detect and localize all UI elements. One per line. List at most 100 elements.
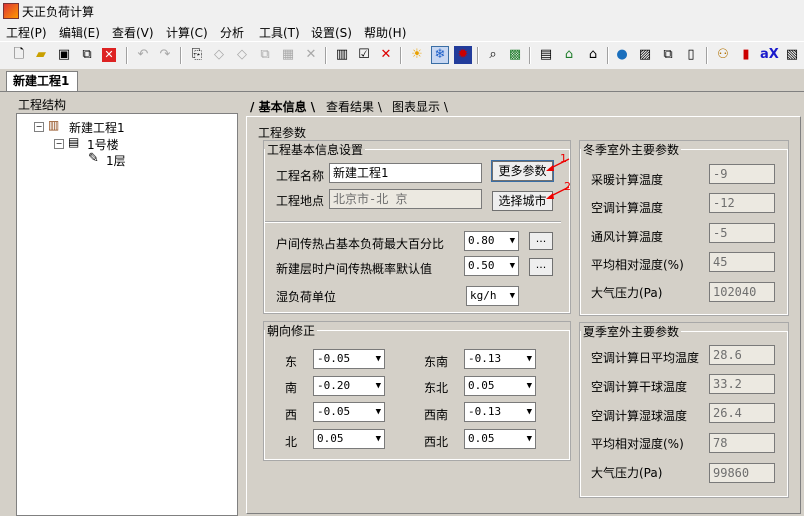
open-folder-icon[interactable]: ▰ xyxy=(32,46,50,64)
menu-tools[interactable]: 工具(T) xyxy=(259,24,300,41)
heat-pct-value: 0.80 xyxy=(468,234,495,247)
snow-icon[interactable]: ❄ xyxy=(431,46,449,64)
orientation-title: 朝向修正 xyxy=(267,324,316,338)
chevron-down-icon: ▼ xyxy=(526,354,532,364)
orient-west-label: 西 xyxy=(285,408,298,422)
orient-southeast-select[interactable]: -0.13 ▼ xyxy=(464,349,536,369)
summer-pressure-input[interactable]: 99860 xyxy=(709,463,775,483)
winter-vent-temp-input[interactable]: -5 xyxy=(709,223,775,243)
library-icon[interactable]: ▥ xyxy=(333,46,351,64)
calculator-icon[interactable]: ▯ xyxy=(682,46,700,64)
project-node-icon: ▥ xyxy=(48,118,60,132)
delete-icon[interactable]: ✕ xyxy=(302,46,320,64)
winter-heating-temp-input[interactable]: -9 xyxy=(709,164,775,184)
menu-analysis[interactable]: 分析 xyxy=(220,24,244,41)
summer-wet-bulb-label: 空调计算湿球温度 xyxy=(591,409,688,423)
menu-view[interactable]: 查看(V) xyxy=(112,24,154,41)
winter-vent-temp-label: 通风计算温度 xyxy=(591,230,664,244)
sun-icon[interactable]: ☀ xyxy=(408,46,426,64)
prob-select[interactable]: 0.50 ▼ xyxy=(464,256,519,276)
params-title: 工程参数 xyxy=(258,126,307,140)
annotation-arrow-1 xyxy=(546,158,570,171)
orient-west-select[interactable]: -0.05 ▼ xyxy=(313,402,385,422)
winter-ac-temp-input[interactable]: -12 xyxy=(709,193,775,213)
annotation-arrow-2 xyxy=(546,186,570,199)
menu-calculate[interactable]: 计算(C) xyxy=(166,24,208,41)
users-icon[interactable]: ⚇ xyxy=(714,46,732,64)
orient-northwest-value: 0.05 xyxy=(468,432,495,445)
red-x-icon[interactable]: ✕ xyxy=(377,46,395,64)
diamond-icon[interactable]: ◇ xyxy=(233,46,251,64)
winter-title: 冬季室外主要参数 xyxy=(583,143,680,157)
new-file-icon[interactable]: 🗋 xyxy=(10,46,28,64)
orient-east-value: -0.05 xyxy=(317,352,351,365)
project-tree: − ▥ 新建工程1 − ▤ 1号楼 ✎ 1层 xyxy=(16,113,238,516)
bar-chart-icon[interactable]: ▮ xyxy=(737,46,755,64)
menu-settings[interactable]: 设置(S) xyxy=(311,24,352,41)
save-icon[interactable]: ▣ xyxy=(55,46,73,64)
tab-charts[interactable]: 图表显示 \ xyxy=(392,98,448,115)
project-name-input[interactable]: 新建工程1 xyxy=(329,163,482,183)
orient-south-select[interactable]: -0.20 ▼ xyxy=(313,376,385,396)
redo-icon[interactable]: ↷ xyxy=(156,46,174,64)
undo-icon[interactable]: ↶ xyxy=(134,46,152,64)
pattern-icon[interactable]: ▧ xyxy=(783,46,801,64)
save-all-icon[interactable]: ⧉ xyxy=(78,46,96,64)
house-icon[interactable]: ⌂ xyxy=(560,46,578,64)
tab-basic-info-label: 基本信息 xyxy=(258,100,307,114)
tree-panel-label: 工程结构 xyxy=(18,98,67,112)
tab-basic-info[interactable]: / 基本信息 \ xyxy=(250,98,315,115)
project-location-input[interactable]: 北京市-北 京 xyxy=(329,189,482,209)
orient-southwest-select[interactable]: -0.13 ▼ xyxy=(464,402,536,422)
copy-icon[interactable]: ⎘ xyxy=(188,46,206,64)
orient-north-label: 北 xyxy=(285,435,298,449)
tab-results-label: 查看结果 xyxy=(326,100,375,114)
close-icon[interactable]: ✕ xyxy=(102,48,116,62)
summer-avg-temp-input[interactable]: 28.6 xyxy=(709,345,775,365)
menu-edit[interactable]: 编辑(E) xyxy=(59,24,100,41)
tree-node-floor[interactable]: 1层 xyxy=(106,152,126,169)
building-icon[interactable]: ⌂ xyxy=(584,46,602,64)
summer-wet-bulb-input[interactable]: 26.4 xyxy=(709,403,775,423)
summer-humidity-input[interactable]: 78 xyxy=(709,433,775,453)
orient-south-label: 南 xyxy=(285,381,298,395)
summer-pressure-label: 大气压力(Pa) xyxy=(591,466,663,480)
excel-icon[interactable]: ▩ xyxy=(506,46,524,64)
properties-icon[interactable]: ▤ xyxy=(537,46,555,64)
orient-northeast-select[interactable]: 0.05 ▼ xyxy=(464,376,536,396)
prob-label: 新建层时户间传热概率默认值 xyxy=(276,262,433,276)
orient-north-select[interactable]: 0.05 ▼ xyxy=(313,429,385,449)
winter-pressure-input[interactable]: 102040 xyxy=(709,282,775,302)
orient-east-label: 东 xyxy=(285,355,298,369)
window-icon[interactable]: ⧉ xyxy=(659,46,677,64)
collapse-icon[interactable]: − xyxy=(54,139,64,149)
duplicate-icon[interactable]: ⧉ xyxy=(256,46,274,64)
edit-check-icon[interactable]: ☑ xyxy=(355,46,373,64)
doc-tab-project[interactable]: 新建工程1 xyxy=(6,71,78,91)
weather-icon[interactable]: ✹ xyxy=(454,46,472,64)
heat-pct-more-button[interactable]: ... xyxy=(529,232,553,250)
collapse-icon[interactable]: − xyxy=(34,122,44,132)
prob-more-button[interactable]: ... xyxy=(529,258,553,276)
tree-node-project[interactable]: 新建工程1 xyxy=(69,119,125,136)
grid-icon[interactable]: ▦ xyxy=(279,46,297,64)
tab-results[interactable]: 查看结果 \ xyxy=(326,98,382,115)
hatch-icon[interactable]: ▨ xyxy=(636,46,654,64)
ax-icon[interactable]: aX xyxy=(760,46,779,64)
search-icon[interactable]: ⌕ xyxy=(484,46,502,64)
orient-northwest-label: 西北 xyxy=(424,435,449,449)
menu-project[interactable]: 工程(P) xyxy=(6,24,47,41)
heat-pct-select[interactable]: 0.80 ▼ xyxy=(464,231,519,251)
window-title: 天正负荷计算 xyxy=(22,5,95,19)
app-icon xyxy=(3,3,19,19)
winter-humidity-input[interactable]: 45 xyxy=(709,252,775,272)
humid-unit-select[interactable]: kg/h ▼ xyxy=(466,286,519,306)
summer-dry-bulb-input[interactable]: 33.2 xyxy=(709,374,775,394)
orient-east-select[interactable]: -0.05 ▼ xyxy=(313,349,385,369)
orient-northwest-select[interactable]: 0.05 ▼ xyxy=(464,429,536,449)
chevron-down-icon: ▼ xyxy=(526,381,532,391)
erase-icon[interactable]: ◇ xyxy=(210,46,228,64)
globe-icon[interactable]: ● xyxy=(613,46,631,64)
menu-help[interactable]: 帮助(H) xyxy=(364,24,406,41)
orient-southeast-value: -0.13 xyxy=(468,352,502,365)
